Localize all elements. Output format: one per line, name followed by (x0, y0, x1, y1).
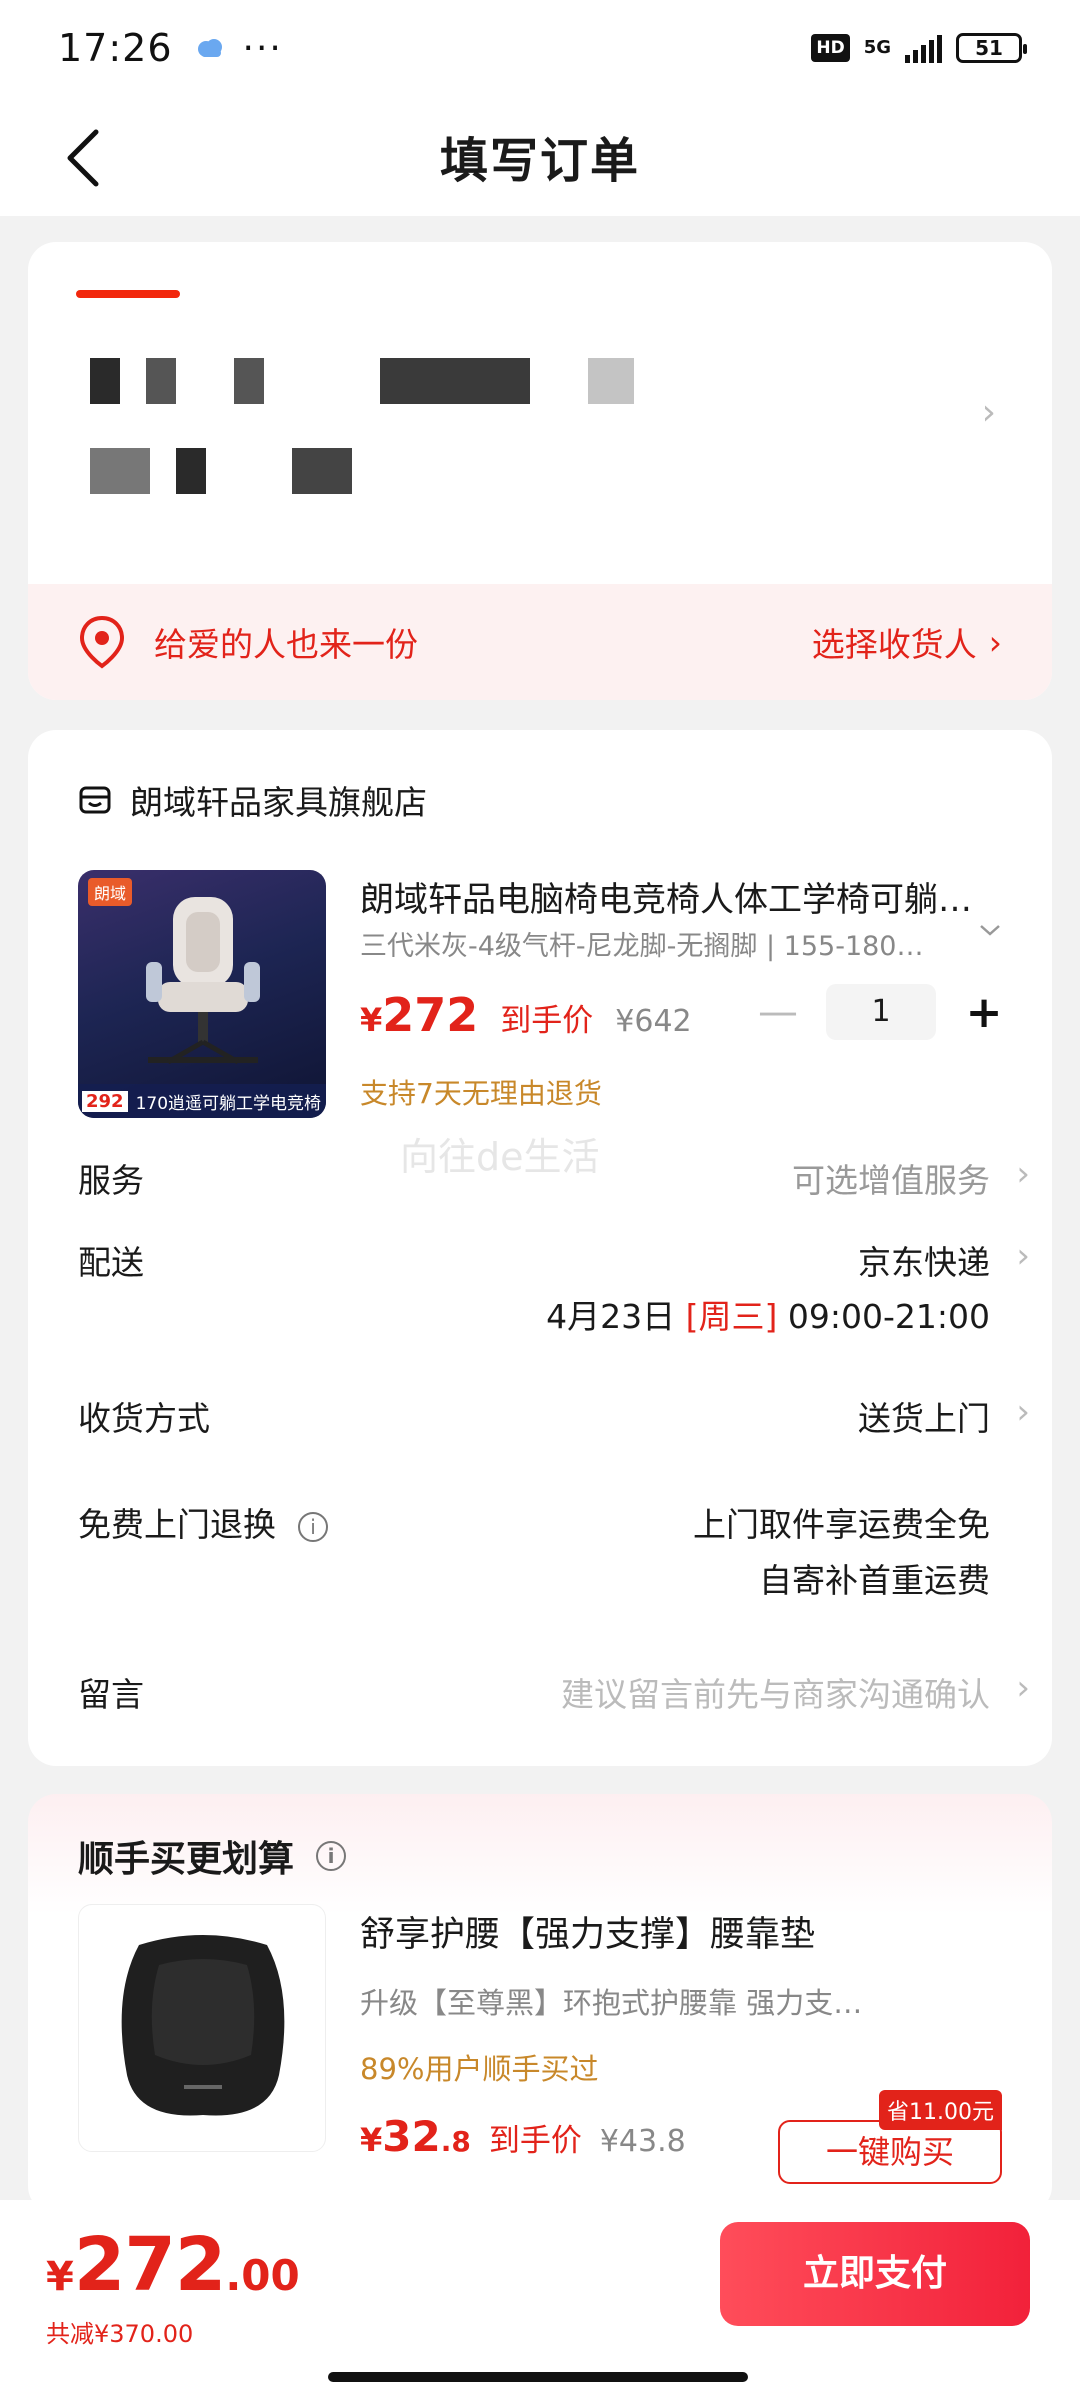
status-time: 17:26 (58, 26, 173, 70)
receive-method-row[interactable]: 收货方式 送货上门 › (78, 1392, 1030, 1438)
message-label: 留言 (78, 1675, 144, 1714)
product-image-caption-bar: 292 170逍遥可躺工学电竞椅 (78, 1084, 326, 1118)
chevron-right-icon: › (1016, 1392, 1030, 1432)
receive-method-value: 送货上门 (858, 1399, 990, 1438)
chair-illustration (146, 897, 260, 1065)
product-price-row: ¥272 到手价 ¥642 (360, 988, 692, 1042)
delivery-date: 4月23日 (546, 1297, 676, 1336)
message-row[interactable]: 留言 建议留言前先与商家沟通确认 › (78, 1668, 1030, 1714)
delivery-schedule: 4月23日 [周三] 09:00-21:00 (546, 1290, 990, 1338)
chevron-right-icon: › (988, 622, 1002, 662)
delivery-label: 配送 (78, 1243, 144, 1282)
product-image[interactable]: 朗域 292 170逍遥可躺工学电竞椅 (78, 870, 326, 1118)
upsell-product-subtitle: 升级【至尊黑】环抱式护腰靠 强力支… (360, 1986, 863, 2020)
quantity-field[interactable]: 1 (826, 984, 936, 1040)
page-title: 填写订单 (439, 133, 640, 189)
home-indicator[interactable] (328, 2372, 748, 2382)
address-chevron-icon: › (981, 392, 996, 433)
service-label: 服务 (78, 1161, 144, 1200)
gift-text: 给爱的人也来一份 (154, 625, 418, 664)
status-more-dots: ··· (242, 27, 283, 69)
upsell-product-title[interactable]: 舒享护腰【强力支撑】腰靠垫 (360, 1906, 815, 1957)
back-arrow-icon[interactable] (56, 122, 116, 192)
info-icon[interactable]: i (298, 1511, 328, 1542)
product-image-caption: 170逍遥可躺工学电竞椅 (135, 1093, 322, 1114)
price-tag: 到手价 (500, 1003, 594, 1039)
choose-receiver-link[interactable]: 选择收货人 › (812, 618, 1002, 666)
receive-method-label: 收货方式 (78, 1399, 210, 1438)
delivery-value: 京东快递 (858, 1243, 990, 1282)
lumbar-pillow-illustration (121, 1935, 285, 2116)
free-return-label-wrap: 免费上门退换 i (78, 1498, 328, 1546)
shop-icon (79, 786, 111, 814)
upsell-purchase-percent: 89%用户顺手买过 (360, 2052, 599, 2086)
chevron-down-icon[interactable] (978, 922, 1002, 938)
bottom-bar: ¥ 272 .00 共减¥370.00 立即支付 (0, 2200, 1080, 2400)
address-card[interactable]: › 给爱的人也来一份 选择收货人 › (28, 242, 1052, 700)
product-spec[interactable]: 三代米灰-4级气杆-尼龙脚-无搁脚 | 155-180度… (360, 924, 950, 963)
nav-bar: 填写订单 (0, 96, 1080, 216)
total-int: 272 (73, 2222, 226, 2308)
signal-icon (905, 33, 942, 63)
product-image-price: 292 (82, 1090, 128, 1112)
choose-receiver-label: 选择收货人 (811, 625, 977, 664)
free-return-line1: 上门取件享运费全免 (693, 1505, 990, 1544)
upsell-price-dec: .8 (440, 2125, 471, 2158)
product-image-brand: 朗域 (88, 878, 133, 906)
service-row[interactable]: 服务 可选增值服务 › (78, 1154, 1030, 1200)
upsell-original-price: ¥43.8 (599, 2124, 686, 2159)
delivery-weekday: [周三] (685, 1297, 778, 1336)
pay-now-button[interactable]: 立即支付 (720, 2222, 1030, 2326)
chevron-right-icon: › (1016, 1154, 1030, 1194)
info-icon[interactable]: i (316, 1841, 347, 1871)
upsell-price-tag: 到手价 (488, 2123, 582, 2159)
upsell-price-currency: ¥ (360, 2121, 383, 2159)
status-bar: 17:26 ··· HD 5G 51 (0, 0, 1080, 96)
return-policy: 支持7天无理由退货 (360, 1077, 602, 1110)
upsell-price-int: 32 (382, 2112, 441, 2161)
shop-name: 朗域轩品家具旗舰店 (130, 783, 427, 822)
price-currency: ¥ (360, 1001, 383, 1039)
location-pin-icon (79, 615, 125, 669)
free-return-line2: 自寄补首重运费 (759, 1561, 990, 1600)
total-price: ¥ 272 .00 (46, 2222, 300, 2308)
gift-order-row[interactable]: 给爱的人也来一份 选择收货人 › (28, 584, 1052, 700)
free-return-row: 免费上门退换 i 上门取件享运费全免 自寄补首重运费 (78, 1498, 1030, 1600)
quantity-stepper: — 1 + (758, 984, 1004, 1040)
battery-icon: 51 (956, 33, 1027, 63)
delivery-row[interactable]: 配送 京东快递 › 4月23日 [周三] 09:00-21:00 (78, 1236, 1030, 1336)
shop-row[interactable]: 朗域轩品家具旗舰店 (78, 776, 427, 824)
original-price: ¥642 (615, 1004, 692, 1039)
product-title[interactable]: 朗域轩品电脑椅电竞椅人体工学椅可躺… (360, 872, 1010, 921)
upsell-card: 顺手买更划算 i 舒享护腰【强力支撑】腰靠垫 升级【至尊黑】环抱式护腰靠 强力支… (28, 1794, 1052, 2214)
free-return-label: 免费上门退换 (78, 1505, 276, 1544)
save-badge: 省11.00元 (879, 2090, 1002, 2130)
upsell-product-image[interactable] (78, 1904, 326, 2152)
increase-quantity-button[interactable]: + (964, 987, 1004, 1038)
order-card: 朗域轩品家具旗舰店 朗域 292 170逍遥可躺工学电竞椅 朗域轩品电脑椅电竞椅… (28, 730, 1052, 1766)
total-currency: ¥ (46, 2254, 74, 2300)
address-stripe (76, 290, 180, 298)
chevron-right-icon: › (1016, 1668, 1030, 1708)
weather-cloud-icon (195, 37, 225, 59)
service-value: 可选增值服务 (792, 1161, 990, 1200)
message-placeholder[interactable]: 建议留言前先与商家沟通确认 (561, 1668, 990, 1716)
decrease-quantity-button[interactable]: — (758, 989, 798, 1035)
upsell-title-row: 顺手买更划算 i (78, 1830, 347, 1882)
product-price: 272 (382, 988, 479, 1042)
chevron-right-icon: › (1016, 1236, 1030, 1276)
upsell-price-row: ¥32 .8 到手价 ¥43.8 (360, 2112, 686, 2161)
network-type: 5G (863, 37, 891, 58)
total-dec: .00 (225, 2251, 300, 2300)
upsell-title: 顺手买更划算 (78, 1839, 295, 1880)
delivery-time: 09:00-21:00 (787, 1297, 990, 1336)
hd-icon: HD (811, 34, 850, 62)
total-discount[interactable]: 共减¥370.00 (46, 2314, 193, 2349)
